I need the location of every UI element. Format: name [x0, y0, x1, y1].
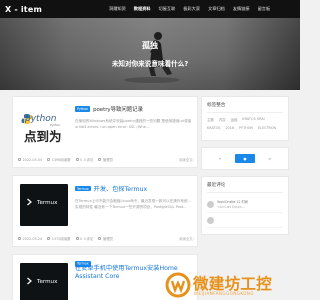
post-meta: 2022-05-24 1370阅读数 0 人评论 管理员 阅读全文 › [18, 236, 194, 241]
comment-icon [75, 158, 79, 161]
shuffle-icon: ⇄ [268, 156, 272, 161]
post-date: 2022-05-24 [18, 237, 42, 241]
post-views: 1370阅读数 [47, 236, 71, 241]
read-more-link[interactable]: 阅读全文 › [179, 157, 194, 163]
recent-comments-panel: 最近评论 YoshiOnebe 12 时间 <b>Cart Epsen... [201, 176, 289, 236]
flame-icon: ✦ [218, 156, 222, 161]
nav-item-7[interactable]: 留言板 [258, 6, 271, 12]
post-thumbnail[interactable]: python Python 点到为止 [20, 105, 68, 147]
sitting-person-image [124, 32, 180, 83]
comment-text: <b>Cart Epsen... [217, 204, 245, 209]
tag-link[interactable]: PYTHON [239, 126, 253, 130]
tab-comments[interactable]: ● [235, 154, 255, 163]
post-title[interactable]: 开发、包探Termux [94, 184, 148, 193]
post-card: python Python 点到为止 Python poetry导致问题记录 在… [12, 96, 198, 168]
watermark-subtext: WEIJIANFANGGONGKONG [194, 291, 254, 296]
post-author: 管理员 [98, 236, 113, 241]
nav-item-5[interactable]: 文章归档 [208, 6, 225, 12]
post-views: 1396阅读数 [47, 157, 71, 162]
nav-item-4[interactable]: 极彩大家 [183, 6, 200, 12]
category-badge[interactable]: Termux [75, 185, 91, 192]
nav-item-6[interactable]: 友情链接 [233, 6, 250, 12]
tag-link[interactable]: KRATOS XRAI [242, 117, 264, 122]
post-comments: 0 人评论 [75, 236, 93, 241]
post-body: Termux 开发、包探Termux 在Termux上可不能只会敲敲Linux命… [75, 184, 193, 210]
tag-link[interactable]: 主题 [207, 117, 214, 122]
tag-cloud: 主题 内容 运维 KRATOS XRAI KRATOS 2016 PYTHON … [207, 117, 283, 134]
terminal-prompt-icon [27, 277, 32, 285]
watermark: 微建坊工控 WEIJIANFANGGONGKONG [152, 272, 300, 300]
nav-item-1[interactable]: 洞爾知资 [109, 6, 126, 12]
sidebar: 标签整合 主题 内容 运维 KRATOS XRAI KRATOS 2016 PY… [201, 96, 289, 241]
comment-author: YoshiOnebe 12 时间 [217, 200, 248, 204]
top-navbar: X - item 洞爾知资 教程资料 切屋互联 极彩大家 文章归档 友情链接 留… [0, 0, 300, 18]
user-icon [98, 237, 102, 240]
tags-panel-title: 标签整合 [207, 102, 283, 113]
eye-icon [47, 237, 51, 240]
tag-link[interactable]: 2016 [225, 126, 234, 130]
post-comments: 0 人评论 [75, 157, 93, 162]
tab-panel: ✦ ● ⇄ [201, 147, 289, 170]
comment-item[interactable]: YoshiOnebe 12 时间 <b>Cart Epsen... [207, 197, 283, 214]
avatar [207, 201, 214, 208]
post-body: Python poetry导致问题记录 在使用的Windows系统中安装poet… [75, 105, 193, 130]
hero-title: 孤独 [142, 41, 158, 50]
thumb-termux-label: Termux [37, 279, 58, 285]
watermark-logo-icon [165, 272, 191, 298]
comment-bubble-icon: ● [243, 156, 247, 161]
terminal-prompt-icon [27, 198, 32, 206]
post-card: Termux Termux 开发、包探Termux 在Termux上可不能只会敲… [12, 175, 198, 247]
avatar [207, 217, 214, 225]
comment-item[interactable] [207, 213, 283, 229]
post-thumbnail[interactable]: Termux [20, 184, 68, 226]
tag-link[interactable]: 内容 [219, 117, 226, 122]
tab-hot[interactable]: ✦ [210, 154, 230, 163]
post-list: python Python 点到为止 Python poetry导致问题记录 在… [12, 96, 198, 300]
main-nav: 洞爾知资 教程资料 切屋互联 极彩大家 文章归档 友情链接 留言板 [109, 0, 278, 18]
post-author: 管理员 [98, 157, 113, 162]
eye-icon [47, 158, 51, 161]
hero-subtitle: 未知对你来说意味着什么? [111, 60, 189, 68]
post-excerpt: 在使用的Windows系统中安装poetry遇到的一些问题 是使用错误url或者… [75, 119, 192, 129]
hero-banner: 孤独 未知对你来说意味着什么? [0, 18, 300, 90]
tab-random[interactable]: ⇄ [260, 154, 280, 163]
calendar-icon [18, 237, 21, 240]
site-logo[interactable]: X - item [5, 5, 42, 14]
category-badge[interactable]: Python [75, 106, 91, 112]
tags-panel: 标签整合 主题 内容 运维 KRATOS XRAI KRATOS 2016 PY… [201, 96, 289, 141]
post-title[interactable]: poetry导致问题记录 [93, 105, 143, 113]
nav-item-2[interactable]: 教程资料 [134, 6, 151, 12]
tag-link[interactable]: 运维 [231, 117, 238, 122]
post-thumbnail[interactable]: Termux [20, 263, 68, 300]
calendar-icon [18, 158, 21, 161]
read-more-link[interactable]: 阅读全文 › [179, 236, 194, 242]
post-meta: 2022-05-04 1396阅读数 0 人评论 管理员 阅读全文 › [18, 157, 194, 162]
tag-link[interactable]: KRATOS [207, 126, 220, 130]
tag-link[interactable]: ELECTRON [258, 126, 276, 130]
post-date: 2022-05-04 [18, 158, 42, 162]
nav-item-3[interactable]: 切屋互联 [159, 6, 176, 12]
user-icon [98, 158, 102, 161]
recent-comments-title: 最近评论 [207, 182, 283, 193]
comment-icon [75, 237, 79, 240]
sidebar-tabs: ✦ ● ⇄ [207, 151, 283, 166]
post-excerpt: 在Termux上可不能只会敲敲Linux命令，最近发现一款可以在操作系统... … [75, 199, 192, 209]
thumb-termux-label: Termux [37, 200, 58, 206]
thumb-chinese-text: 点到为止 [24, 129, 62, 144]
